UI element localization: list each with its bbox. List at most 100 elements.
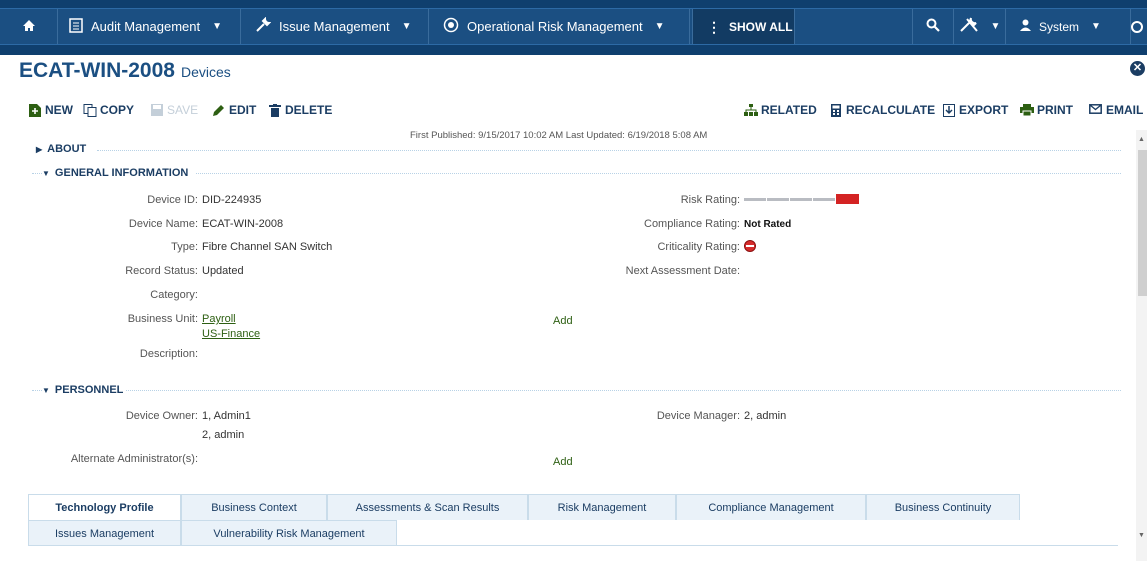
- vertical-dots-icon: ⋮: [707, 18, 721, 35]
- pencil-icon: [212, 104, 225, 117]
- section-divider: [97, 150, 1121, 151]
- risk-segment: [744, 197, 766, 201]
- scroll-up-arrow-icon[interactable]: ▲: [1138, 136, 1145, 143]
- risk-segment: [767, 197, 789, 201]
- calculator-icon: [829, 103, 842, 117]
- scroll-down-arrow-icon[interactable]: ▼: [1138, 532, 1145, 539]
- top-navigation: Audit Management ▼ Issue Management ▼ Op…: [0, 0, 1147, 55]
- save-icon: [150, 103, 163, 117]
- tab-technology-profile[interactable]: Technology Profile: [28, 494, 181, 520]
- device-id-value: DID-224935: [202, 194, 262, 206]
- business-unit-add-link[interactable]: Add: [553, 315, 573, 327]
- recalculate-button[interactable]: RECALCULATE: [829, 102, 935, 118]
- business-unit-link[interactable]: US-Finance: [202, 328, 260, 340]
- show-all-button[interactable]: ⋮ SHOW ALL: [692, 9, 795, 44]
- user-name: System: [1039, 19, 1080, 34]
- caret-down-icon: ▼: [42, 385, 50, 395]
- section-divider: [196, 173, 1121, 174]
- nav-operational-risk-management[interactable]: Operational Risk Management ▼: [429, 9, 690, 44]
- description-label: Description:: [139, 348, 198, 360]
- record-status-value: Updated: [202, 265, 244, 277]
- publish-info: First Published: 9/15/2017 10:02 AM Last…: [410, 130, 708, 141]
- search-button[interactable]: [912, 9, 954, 44]
- risk-segment-active: [836, 194, 859, 204]
- section-divider: [32, 173, 42, 174]
- user-icon: [1020, 19, 1031, 34]
- scrollbar-thumb[interactable]: [1138, 150, 1147, 296]
- caret-right-icon: ▶: [36, 144, 43, 154]
- tab-business-context[interactable]: Business Context: [181, 494, 327, 520]
- device-owner-value: 2, admin: [202, 429, 245, 441]
- show-all-label: SHOW ALL: [729, 19, 793, 34]
- type-value: Fibre Channel SAN Switch: [202, 241, 333, 253]
- section-divider: [32, 390, 42, 391]
- nav-bar: Audit Management ▼ Issue Management ▼ Op…: [0, 8, 1147, 45]
- nav-issue-label: Issue Management: [279, 19, 390, 34]
- nav-oprisk-label: Operational Risk Management: [467, 19, 643, 34]
- nav-audit-label: Audit Management: [91, 19, 201, 34]
- tools-menu[interactable]: ▼: [954, 9, 1006, 44]
- tab-issues-management[interactable]: Issues Management: [28, 520, 181, 546]
- tab-panel-border: [28, 545, 1118, 546]
- help-icon: [1131, 20, 1143, 33]
- chevron-down-icon: ▼: [654, 21, 665, 32]
- help-button[interactable]: [1131, 9, 1147, 44]
- caret-down-icon: ▼: [42, 168, 50, 178]
- chevron-down-icon: ▼: [212, 21, 223, 32]
- alternate-administrator-label: Alternate Administrator(s):: [70, 453, 198, 465]
- print-button[interactable]: PRINT: [1020, 102, 1073, 118]
- delete-button[interactable]: DELETE: [268, 102, 332, 118]
- close-icon[interactable]: ✕: [1130, 61, 1145, 76]
- related-label: RELATED: [761, 103, 817, 117]
- email-button[interactable]: EMAIL: [1089, 102, 1143, 118]
- trash-icon: [268, 103, 281, 117]
- device-name-value: ECAT-WIN-2008: [202, 218, 284, 230]
- recalculate-label: RECALCULATE: [846, 103, 936, 117]
- risk-rating-label: Risk Rating:: [680, 194, 740, 206]
- copy-button[interactable]: COPY: [83, 102, 134, 118]
- printer-icon: [1020, 103, 1034, 117]
- alternate-administrator-add-link[interactable]: Add: [553, 456, 573, 468]
- device-manager-label: Device Manager:: [656, 410, 740, 422]
- save-label: SAVE: [167, 103, 199, 117]
- export-button[interactable]: EXPORT: [942, 102, 1008, 118]
- new-document-icon: [28, 103, 41, 117]
- section-general-toggle[interactable]: ▼ GENERAL INFORMATION: [42, 166, 188, 180]
- edit-button[interactable]: EDIT: [212, 102, 256, 118]
- type-label: Type:: [171, 241, 198, 253]
- record-toolbar: NEW COPY SAVE EDIT DELETE RELATED RECALC…: [0, 102, 1147, 118]
- device-owner-label: Device Owner:: [125, 410, 198, 422]
- tab-vulnerability-risk-management[interactable]: Vulnerability Risk Management: [181, 520, 397, 546]
- tab-row-2: Issues Management Vulnerability Risk Man…: [28, 520, 397, 546]
- risk-rating-meter: [744, 194, 859, 204]
- page-title: ECAT-WIN-2008 Devices: [19, 59, 231, 83]
- record-type: Devices: [180, 64, 231, 80]
- section-personnel-label: PERSONNEL: [54, 384, 124, 396]
- email-label: EMAIL: [1106, 103, 1144, 117]
- tab-risk-management[interactable]: Risk Management: [528, 494, 676, 520]
- export-icon: [942, 103, 955, 117]
- device-name-label: Device Name:: [128, 218, 198, 230]
- user-menu[interactable]: System ▼: [1006, 9, 1131, 44]
- tools-icon: [959, 17, 979, 36]
- tab-compliance-management[interactable]: Compliance Management: [676, 494, 866, 520]
- next-assessment-label: Next Assessment Date:: [625, 265, 740, 277]
- business-unit-link[interactable]: Payroll: [202, 313, 236, 325]
- criticality-critical-icon: [744, 240, 756, 252]
- nav-audit-management[interactable]: Audit Management ▼: [58, 9, 241, 44]
- business-unit-label: Business Unit:: [127, 313, 198, 325]
- new-button[interactable]: NEW: [28, 102, 73, 118]
- save-button[interactable]: SAVE: [150, 102, 198, 118]
- envelope-icon: [1089, 103, 1102, 117]
- section-personnel-toggle[interactable]: ▼ PERSONNEL: [42, 383, 123, 397]
- sitemap-icon: [744, 103, 758, 117]
- device-id-label: Device ID:: [147, 194, 198, 206]
- section-about-toggle[interactable]: ▶ ABOUT: [36, 142, 86, 156]
- nav-issue-management[interactable]: Issue Management ▼: [241, 9, 429, 44]
- tab-assessments-scan-results[interactable]: Assessments & Scan Results: [327, 494, 528, 520]
- home-button[interactable]: [0, 9, 58, 44]
- print-label: PRINT: [1037, 103, 1073, 117]
- related-button[interactable]: RELATED: [744, 102, 817, 118]
- tab-business-continuity[interactable]: Business Continuity: [866, 494, 1020, 520]
- criticality-rating-label: Criticality Rating:: [657, 241, 740, 253]
